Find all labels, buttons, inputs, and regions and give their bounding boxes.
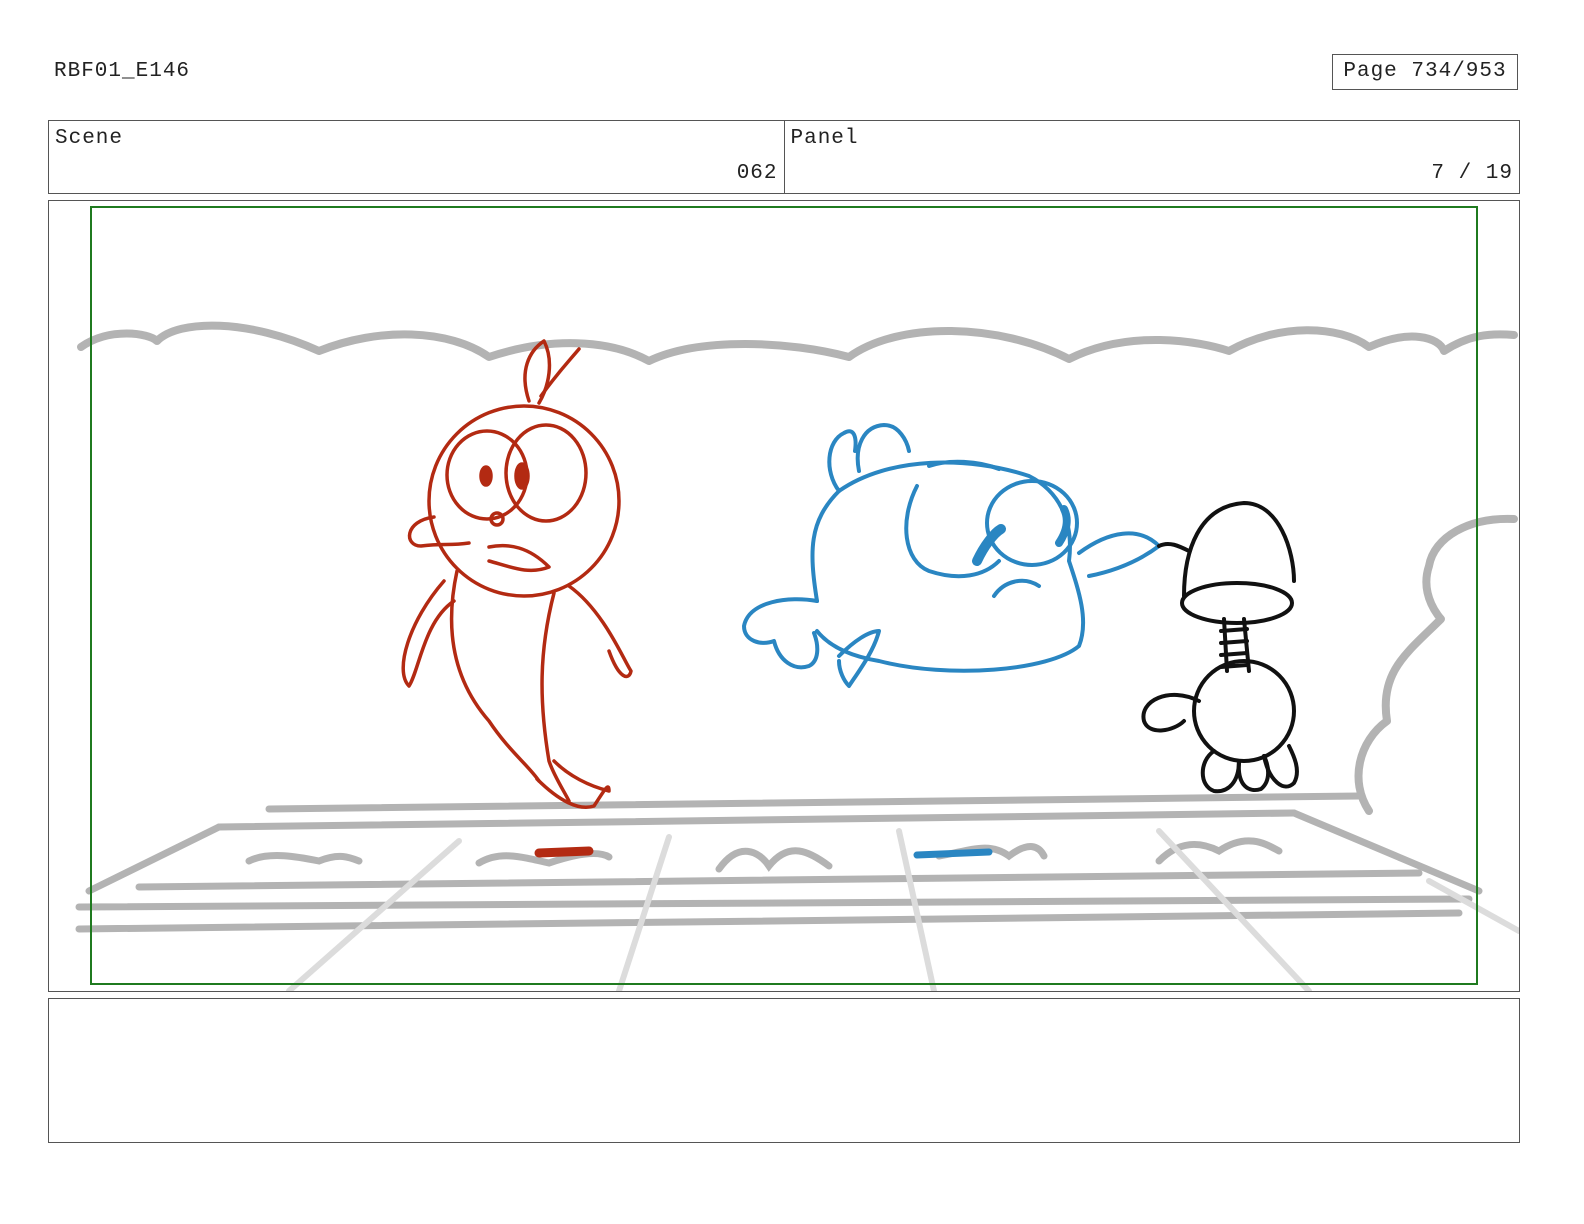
black-mushroom-character — [1141, 501, 1299, 794]
panel-label: Panel — [790, 127, 859, 150]
scene-label: Scene — [55, 127, 124, 150]
blue-marker — [913, 848, 993, 859]
floor-sketch — [75, 792, 1483, 933]
red-bird-character — [401, 339, 633, 809]
page-counter: Page 734/953 — [1332, 54, 1518, 90]
storyboard-drawing — [75, 206, 1519, 991]
background-clouds — [77, 321, 1518, 815]
red-marker — [534, 846, 594, 858]
scene-cell: Scene 062 — [49, 121, 784, 193]
blue-character — [742, 423, 1161, 688]
panel-cell: Panel 7 / 19 — [783, 121, 1520, 193]
project-code: RBF01_E146 — [54, 60, 191, 83]
scene-panel-info: Scene 062 Panel 7 / 19 — [48, 120, 1520, 194]
panel-number: 7 / 19 — [1431, 162, 1513, 185]
storyboard-frame — [48, 200, 1520, 992]
safe-frame-guide — [90, 206, 1478, 985]
notes-box — [48, 998, 1520, 1143]
scene-number: 062 — [736, 162, 778, 185]
